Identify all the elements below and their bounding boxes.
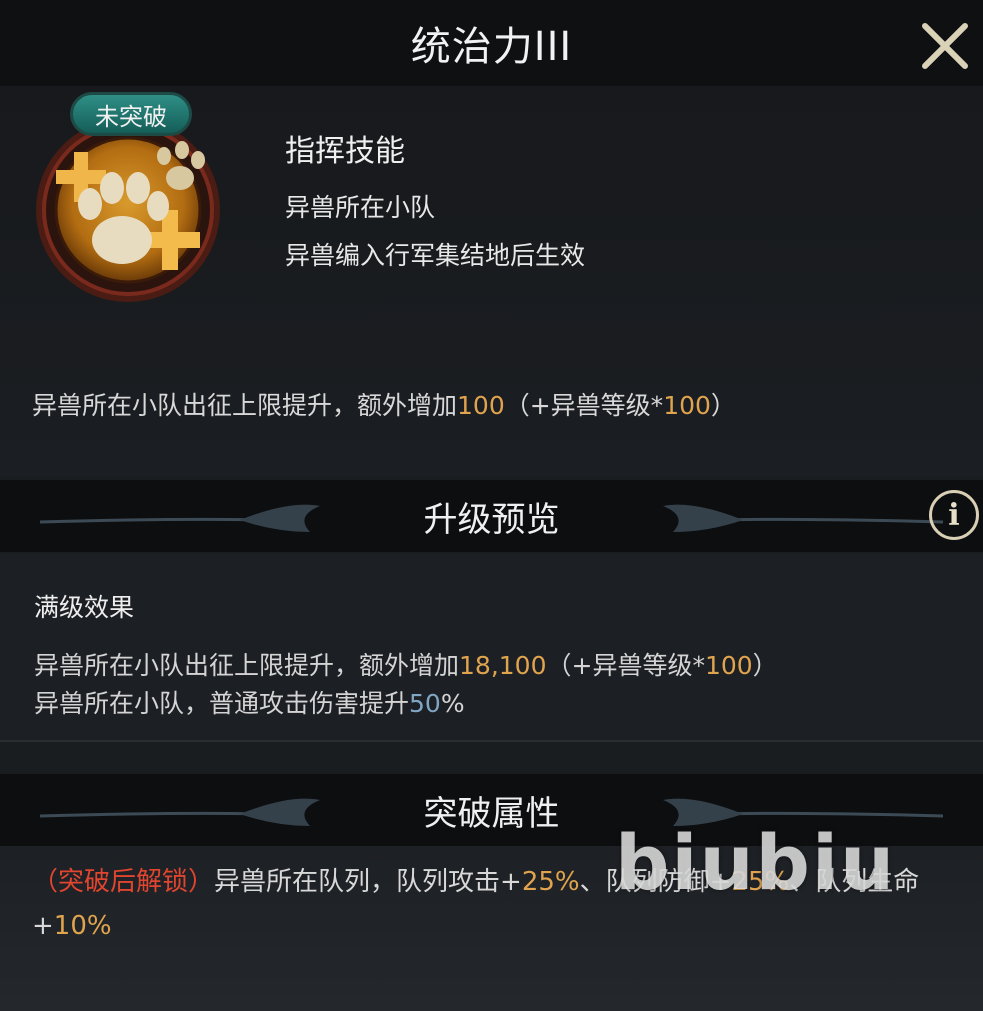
status-badge: 未突破 [70, 92, 192, 136]
close-button[interactable] [917, 18, 973, 74]
info-icon: i [948, 497, 960, 533]
wing-ornament-left [40, 504, 320, 532]
max-line1-suffix-close: ） [752, 651, 778, 680]
section-title-upgrade: 升级预览 [423, 499, 560, 540]
max-line1-prefix: 异兽所在小队出征上限提升，额外增加 [34, 651, 460, 680]
max-line2-value: 50 [409, 689, 441, 718]
info-button[interactable]: i [929, 490, 979, 540]
max-line2-prefix: 异兽所在小队，普通攻击伤害提升 [34, 689, 410, 718]
title-bar: 统治力III [0, 0, 983, 86]
bt-text-1: 异兽所在队列，队列攻击+ [214, 867, 522, 897]
max-effect-line-2: 异兽所在小队，普通攻击伤害提升50% [34, 684, 465, 720]
max-line1-suffix-open: （+异兽等级* [546, 651, 705, 680]
locked-label: （突破后解锁） [32, 867, 215, 897]
close-icon [922, 23, 968, 69]
wing-ornament-right [663, 504, 943, 532]
effect-suffix-open: （+异兽等级* [504, 391, 664, 420]
upgrade-preview-panel: 满级效果 异兽所在小队出征上限提升，额外增加18,100（+异兽等级*100） … [0, 554, 983, 742]
effect-value: 100 [457, 391, 505, 420]
skill-info-panel: 未突破 指挥技能 异兽所在小队 异兽编入行军集结地后生效 异兽所在小队出征上限提… [0, 86, 983, 476]
bt-health-value: 10% [53, 911, 112, 941]
effect-suffix-close: ） [710, 391, 736, 420]
bt-attack-value: 25% [521, 867, 580, 897]
max-line2-suffix: % [440, 689, 465, 718]
max-effect-line-1: 异兽所在小队出征上限提升，额外增加18,100（+异兽等级*100） [34, 646, 778, 682]
effect-prefix: 异兽所在小队出征上限提升，额外增加 [32, 391, 458, 420]
watermark: biubiu [615, 818, 897, 907]
section-title-breakthrough: 突破属性 [423, 793, 560, 834]
max-line1-suffix-value: 100 [704, 651, 753, 680]
effect-suffix-value: 100 [663, 391, 711, 420]
skill-type: 指挥技能 [285, 134, 405, 169]
wing-ornament-left-2 [40, 798, 320, 826]
skill-condition: 异兽编入行军集结地后生效 [285, 241, 586, 270]
max-level-label: 满级效果 [34, 593, 135, 622]
upgrade-preview-header: 升级预览 i [0, 480, 983, 552]
current-effect-text: 异兽所在小队出征上限提升，额外增加100（+异兽等级*100） [32, 386, 736, 422]
skill-scope: 异兽所在小队 [285, 193, 436, 222]
max-line1-value: 18,100 [459, 651, 547, 680]
window-title: 统治力III [410, 24, 573, 70]
